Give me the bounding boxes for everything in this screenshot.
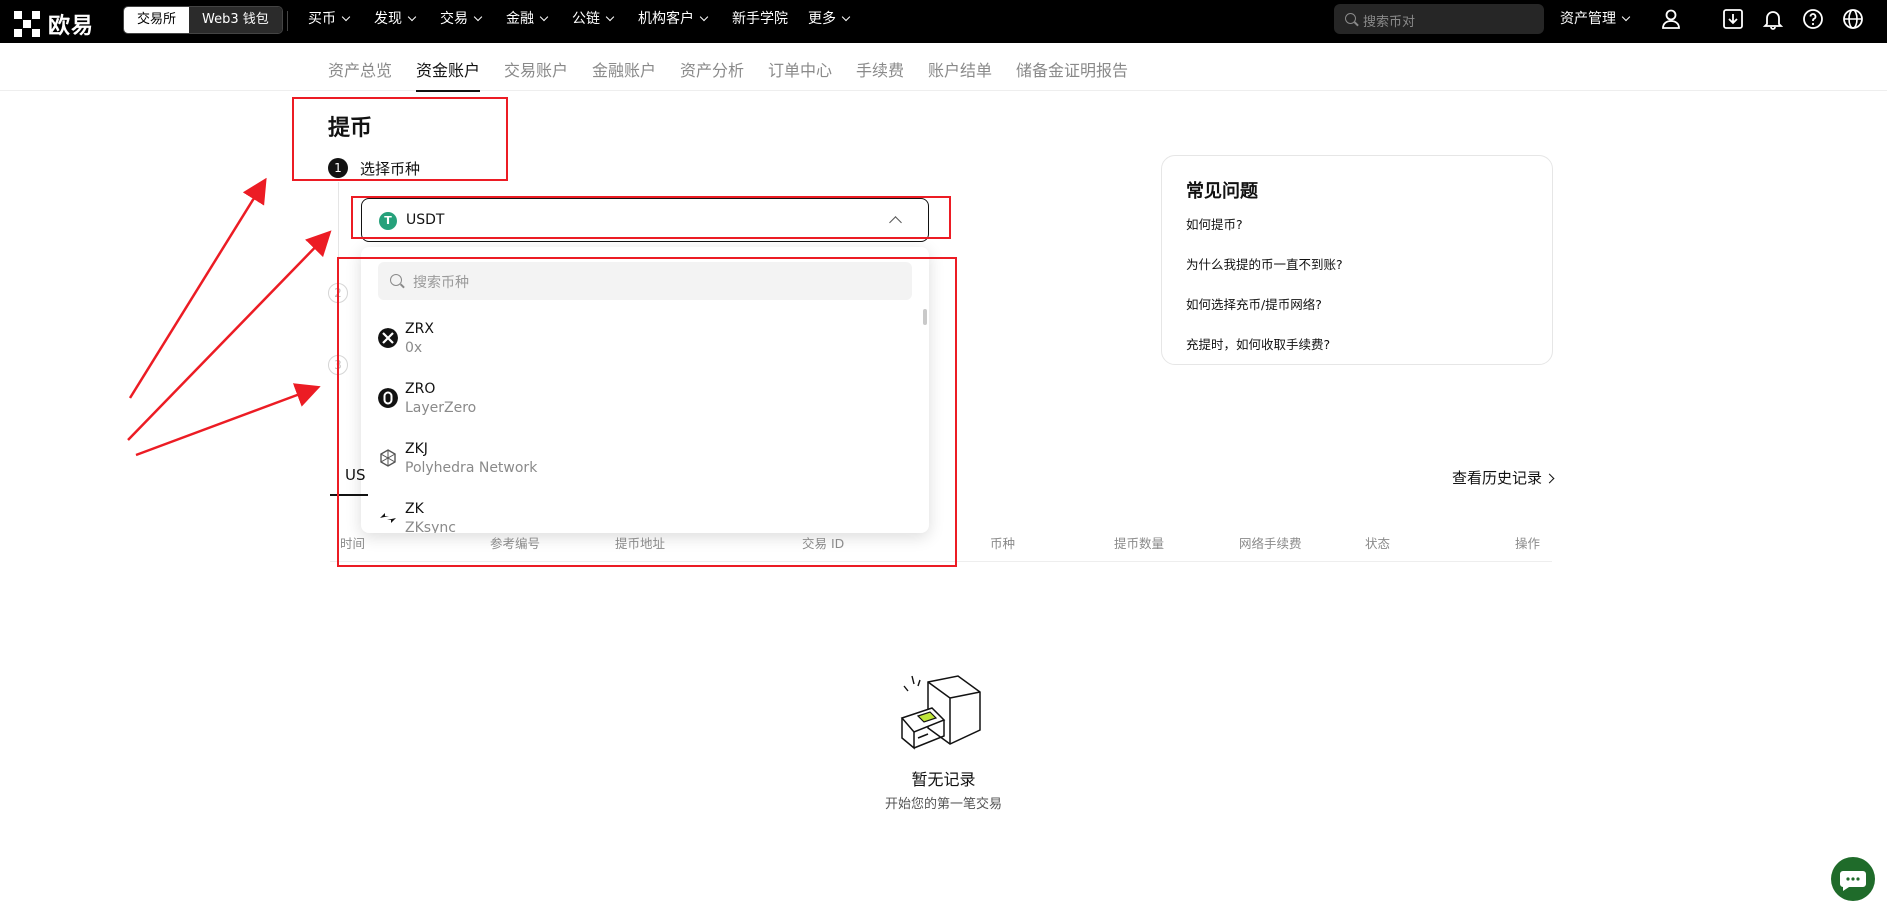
annotation-arrows	[127, 177, 332, 457]
